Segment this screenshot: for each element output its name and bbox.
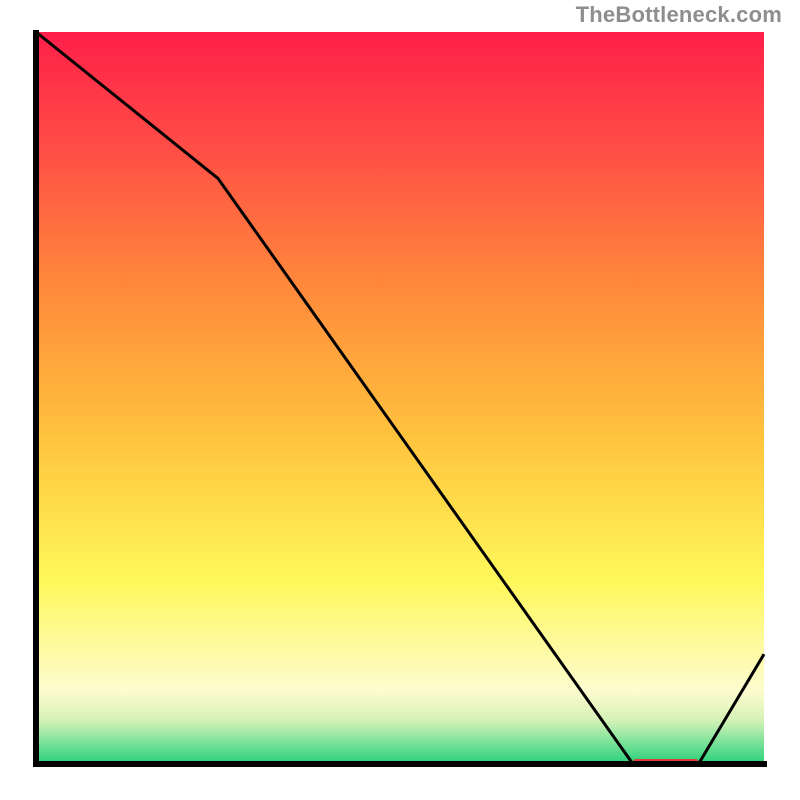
plot-area (30, 30, 770, 770)
chart-svg (30, 30, 770, 770)
chart-container: TheBottleneck.com (0, 0, 800, 800)
attribution-text: TheBottleneck.com (576, 2, 782, 28)
gradient-background (36, 32, 764, 764)
